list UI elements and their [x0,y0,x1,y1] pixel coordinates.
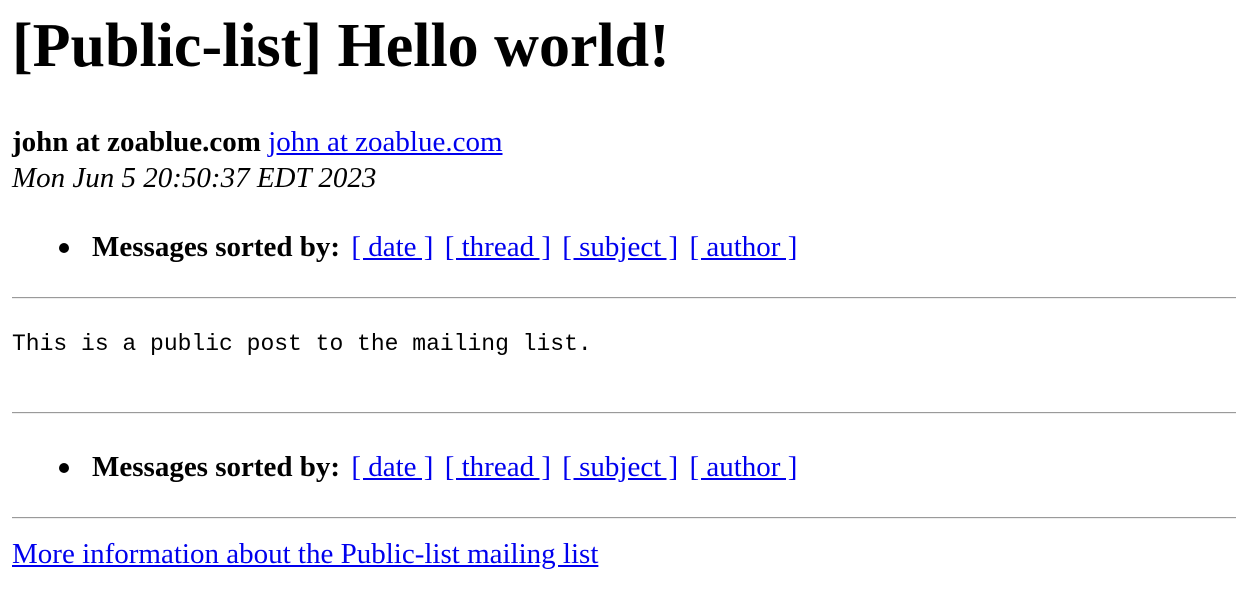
bullet-icon [59,243,69,253]
sort-by-subject-link[interactable]: [ subject ] [562,231,678,263]
sort-by-author-link[interactable]: [ author ] [689,451,797,483]
author-line: john at zoablue.com john at zoablue.com [12,124,503,160]
bullet-icon [59,463,69,473]
sort-nav-top: Messages sorted by: [ date ] [ thread ] … [12,229,1212,265]
sort-nav-item: Messages sorted by: [ date ] [ thread ] … [12,449,1212,485]
sort-by-subject-link[interactable]: [ subject ] [562,451,678,483]
message-body: This is a public post to the mailing lis… [12,331,592,357]
sort-by-author-link[interactable]: [ author ] [689,231,797,263]
sort-nav-item: Messages sorted by: [ date ] [ thread ] … [12,229,1212,265]
sort-by-thread-link[interactable]: [ thread ] [445,451,551,483]
sort-nav-label: Messages sorted by: [92,451,341,483]
message-page: [Public-list] Hello world! john at zoabl… [0,0,1236,600]
mailing-list-info-link[interactable]: More information about the Public-list m… [12,536,598,572]
divider-top [12,297,1236,299]
sort-by-date-link[interactable]: [ date ] [351,451,433,483]
divider-bottom [12,517,1236,519]
divider-after-body [12,412,1236,414]
sort-nav-label: Messages sorted by: [92,231,341,263]
page-title: [Public-list] Hello world! [12,12,670,80]
author-name: john at zoablue.com [12,126,261,158]
sort-nav-bottom: Messages sorted by: [ date ] [ thread ] … [12,449,1212,485]
message-date: Mon Jun 5 20:50:37 EDT 2023 [12,162,377,194]
sort-by-thread-link[interactable]: [ thread ] [445,231,551,263]
author-email-link[interactable]: john at zoablue.com [268,126,502,158]
sort-by-date-link[interactable]: [ date ] [351,231,433,263]
